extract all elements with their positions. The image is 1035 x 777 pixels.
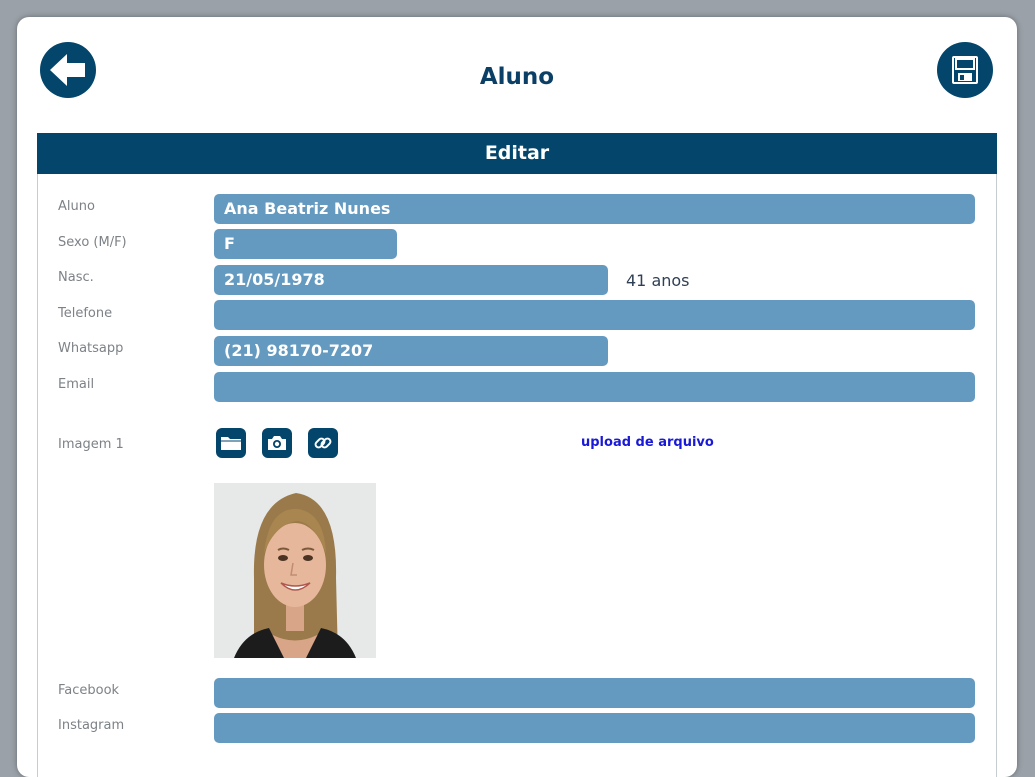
whatsapp-input[interactable]: (21) 98170-7207	[214, 336, 608, 366]
whatsapp-label: Whatsapp	[58, 341, 124, 356]
edit-student-card: Aluno Editar Aluno Ana Beatriz Nunes Sex…	[17, 17, 1017, 777]
aluno-label: Aluno	[58, 199, 95, 214]
upload-file-link[interactable]: upload de arquivo	[581, 435, 714, 451]
aluno-input[interactable]: Ana Beatriz Nunes	[214, 194, 975, 224]
email-input[interactable]	[214, 372, 975, 402]
instagram-label: Instagram	[58, 718, 125, 733]
facebook-label: Facebook	[58, 683, 120, 698]
student-portrait-image	[214, 483, 376, 658]
save-button[interactable]	[937, 42, 993, 98]
student-photo	[214, 483, 376, 658]
sexo-input[interactable]: F	[214, 229, 397, 259]
sexo-label: Sexo (M/F)	[58, 235, 127, 250]
floppy-disk-icon	[952, 56, 978, 84]
email-label: Email	[58, 377, 95, 392]
page-title: Aluno	[479, 64, 555, 90]
telefone-label: Telefone	[58, 306, 113, 321]
age-text: 41 anos	[626, 271, 690, 290]
imagem-label: Imagem 1	[58, 437, 124, 452]
folder-icon	[221, 437, 241, 450]
instagram-input[interactable]	[214, 713, 975, 743]
link-icon	[314, 437, 332, 449]
facebook-input[interactable]	[214, 678, 975, 708]
camera-button[interactable]	[262, 428, 292, 458]
folder-button[interactable]	[216, 428, 246, 458]
telefone-input[interactable]	[214, 300, 975, 330]
camera-icon	[268, 436, 286, 450]
section-header: Editar	[37, 133, 997, 174]
nasc-input[interactable]: 21/05/1978	[214, 265, 608, 295]
link-button[interactable]	[308, 428, 338, 458]
nasc-label: Nasc.	[58, 270, 94, 285]
